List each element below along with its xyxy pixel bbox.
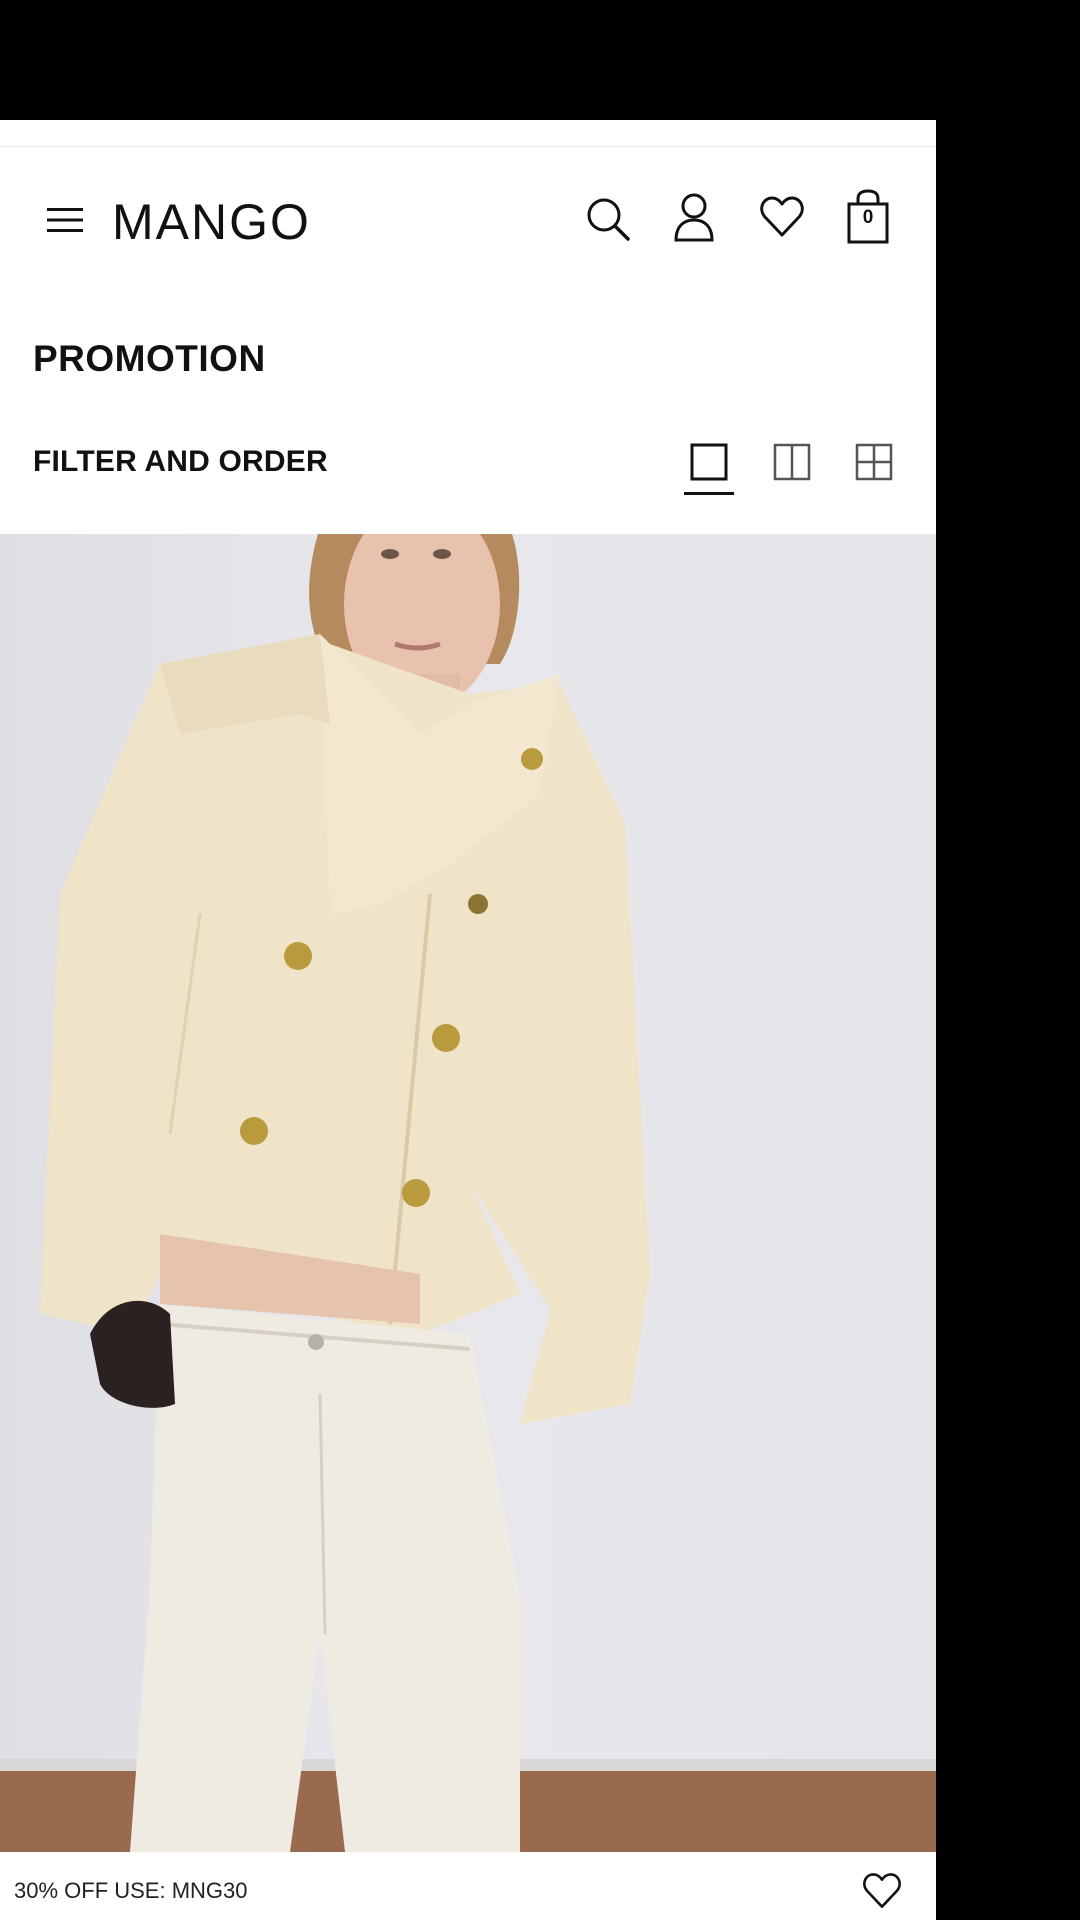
- model-in-jacket-illustration: [0, 534, 936, 1852]
- grid-icon: [855, 443, 893, 481]
- two-column-icon: [773, 443, 811, 481]
- view-grid-button[interactable]: [850, 438, 898, 486]
- cart-button[interactable]: 0: [844, 189, 892, 245]
- search-button[interactable]: [580, 191, 636, 247]
- cart-count: 0: [862, 207, 874, 228]
- menu-icon: [47, 208, 83, 232]
- page-title: PROMOTION: [33, 338, 266, 379]
- view-two-column-button[interactable]: [768, 438, 816, 486]
- mango-logo: MANGO: [112, 194, 311, 250]
- search-icon: [587, 198, 630, 241]
- brand-logo[interactable]: MANGO: [112, 193, 330, 250]
- user-icon: [674, 193, 714, 242]
- promo-text: 30% OFF USE: MNG30: [14, 1878, 248, 1903]
- svg-text:MANGO: MANGO: [112, 194, 311, 247]
- app-screen: MANGO 0 PROMOTION FILTER AND ORDER 30% O…: [0, 120, 936, 1920]
- view-single-column-button[interactable]: [685, 438, 733, 486]
- heart-icon: [760, 196, 804, 237]
- single-column-icon: [690, 443, 728, 481]
- menu-button[interactable]: [40, 195, 90, 245]
- product-image[interactable]: [0, 534, 936, 1852]
- selected-view-indicator: [684, 492, 734, 495]
- wishlist-button[interactable]: [756, 191, 808, 243]
- heart-icon: [863, 1873, 901, 1908]
- header: MANGO 0: [0, 147, 936, 307]
- add-to-wishlist-button[interactable]: [862, 1872, 902, 1912]
- account-button[interactable]: [668, 189, 720, 245]
- filter-and-order-button[interactable]: FILTER AND ORDER: [33, 445, 328, 479]
